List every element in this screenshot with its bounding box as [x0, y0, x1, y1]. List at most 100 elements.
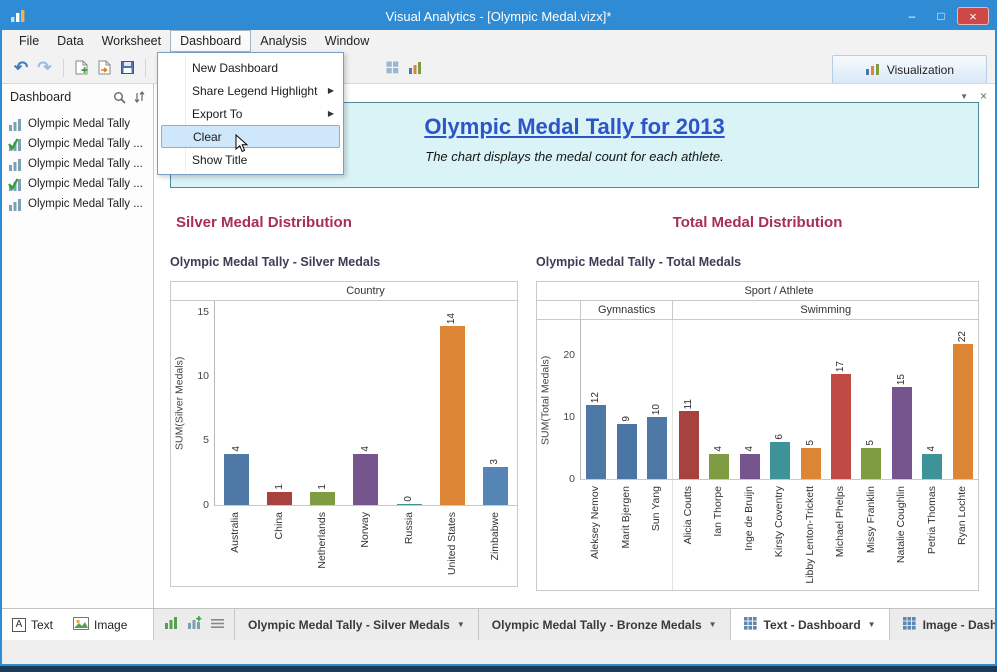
new-worksheet-icon[interactable] [75, 60, 89, 75]
sidebar-item[interactable]: Olympic Medal Tally ... [2, 194, 153, 214]
menu-window[interactable]: Window [316, 30, 378, 52]
silver-chart-section: Silver Medal Distribution Olympic Medal … [170, 214, 518, 591]
new-chart-icon[interactable] [164, 616, 178, 634]
menu-item-share-legend-highlight[interactable]: Share Legend Highlight ▶ [158, 79, 343, 102]
dashboard-menu: New Dashboard Share Legend Highlight ▶ Expo… [157, 52, 344, 175]
bar-natalie-coughlin[interactable] [891, 387, 912, 479]
tab-dropdown-icon[interactable]: ▼ [457, 620, 465, 629]
submenu-arrow-icon: ▶ [327, 86, 334, 95]
x-label-slot: Inge de Bruijn [734, 480, 765, 590]
minimize-button[interactable]: – [899, 7, 925, 25]
insert-text-button[interactable]: A Text [12, 617, 53, 632]
bar-value-label: 0 [403, 496, 415, 502]
undo-icon[interactable]: ↶ [14, 59, 28, 76]
x-label-slot: Netherlands [301, 506, 344, 586]
bar-sun-yang[interactable] [647, 417, 668, 479]
menu-item-show-title[interactable]: Show Title [158, 148, 343, 171]
bar-norway[interactable] [353, 454, 379, 505]
sidebar-header: Dashboard [2, 84, 153, 110]
panel-menu-icon[interactable]: ▼ [960, 92, 968, 101]
menu-analysis[interactable]: Analysis [251, 30, 316, 52]
menu-worksheet[interactable]: Worksheet [93, 30, 171, 52]
x-label-slot: Alicia Coutts [671, 480, 704, 590]
bar-libby-lenton-trickett[interactable] [800, 448, 821, 479]
worksheet-list-icon[interactable] [211, 616, 224, 634]
bar-australia[interactable] [224, 454, 250, 505]
chart-columns-icon[interactable] [408, 61, 422, 74]
tab-label: Image - Dashboard [922, 617, 995, 632]
bar-kirsty-coventry[interactable] [770, 442, 791, 479]
image-icon [73, 616, 90, 633]
bar-alicia-coutts[interactable] [678, 411, 699, 479]
bar-petria-thomas[interactable] [922, 454, 943, 479]
panel-close-icon[interactable]: × [980, 89, 987, 103]
sidebar-item[interactable]: Olympic Medal Tally ... [2, 174, 153, 194]
bar-slot: 3 [474, 301, 517, 505]
sidebar-item[interactable]: Olympic Medal Tally [2, 114, 153, 134]
silver-section-heading: Silver Medal Distribution [176, 214, 352, 231]
chart-plot-row: SUM(Silver Medals) 0 5 10 15 4 1 1 4 0 14 3 [171, 301, 517, 510]
bar-value-label: 22 [956, 330, 968, 342]
tab-olympic-medal-tally-silver-medals[interactable]: Olympic Medal Tally - Silver Medals ▼ [235, 609, 479, 640]
tab-text-dashboard[interactable]: Text - Dashboard ▼ [730, 609, 890, 640]
y-tick-label: 0 [203, 498, 209, 511]
bar-russia[interactable] [396, 504, 422, 505]
import-icon[interactable] [98, 60, 112, 75]
tab-image-dashboard[interactable]: Image - Dashboard [890, 609, 995, 640]
sidebar-item[interactable]: Olympic Medal Tally ... [2, 154, 153, 174]
dashboard-grid-icon [743, 616, 757, 633]
sort-icon[interactable] [134, 91, 145, 103]
bar-china[interactable] [267, 492, 293, 505]
tab-label: Text - Dashboard [763, 617, 861, 632]
tab-olympic-medal-tally-bronze-medals[interactable]: Olympic Medal Tally - Bronze Medals ▼ [479, 609, 731, 640]
bar-slot: 4 [917, 320, 947, 479]
bar-ryan-lochte[interactable] [952, 344, 973, 479]
window-controls: – □ × [899, 7, 989, 25]
x-axis-label: Zimbabwe [489, 512, 502, 561]
menu-item-clear[interactable]: Clear [161, 125, 340, 148]
bar-united-states[interactable] [439, 326, 465, 505]
insert-image-button[interactable]: Image [73, 616, 127, 633]
y-axis-title: SUM(Total Medals) [539, 355, 552, 445]
x-label-slot: Russia [387, 506, 430, 586]
save-icon[interactable] [120, 61, 134, 74]
bar-value-label: 4 [926, 446, 938, 452]
bar-aleksey-nemov[interactable] [586, 405, 607, 479]
search-icon[interactable] [113, 91, 126, 104]
layout-grid-icon[interactable] [386, 61, 399, 74]
menu-dashboard[interactable]: Dashboard [170, 30, 252, 52]
sidebar-item-label: Olympic Medal Tally ... [28, 158, 143, 170]
maximize-button[interactable]: □ [928, 7, 954, 25]
x-axis-label: Natalie Coughlin [895, 486, 908, 564]
bar-value-label: 15 [895, 373, 907, 385]
chart-plot-row: SUM(Total Medals) 0 10 20 12 9 10 11 4 4 6 5 17 5 15 4 2… [537, 320, 978, 484]
bar-michael-phelps[interactable] [830, 374, 851, 479]
bar-missy-franklin[interactable] [861, 448, 882, 479]
menu-item-new-dashboard[interactable]: New Dashboard [158, 56, 343, 79]
sidebar-item[interactable]: Olympic Medal Tally ... [2, 134, 153, 154]
bar-inge-de-bruijn[interactable] [739, 454, 760, 479]
x-axis-label: Inge de Bruijn [742, 486, 755, 551]
sidebar-list: Olympic Medal Tally Olympic Medal Tally .… [2, 110, 153, 608]
chart-icon [8, 118, 23, 131]
bar-marit-bjergen[interactable] [616, 424, 637, 479]
visualization-tab[interactable]: Visualization [831, 55, 987, 83]
add-worksheet-icon[interactable] [187, 615, 202, 634]
bar-value-label: 10 [651, 403, 663, 415]
bar-netherlands[interactable] [310, 492, 336, 505]
menu-file[interactable]: File [10, 30, 48, 52]
bar-slot: 9 [611, 320, 641, 479]
bar-zimbabwe[interactable] [482, 467, 508, 505]
silver-medals-chart: Country SUM(Silver Medals) 0 5 10 15 4 1 1 4 0 14 3 A… [170, 281, 518, 587]
menu-data[interactable]: Data [48, 30, 92, 52]
close-button[interactable]: × [957, 7, 989, 25]
x-label-slot: Michael Phelps [825, 480, 856, 590]
chart-icon [8, 158, 23, 171]
menu-item-export-to[interactable]: Export To ▶ [158, 102, 343, 125]
tab-dropdown-icon[interactable]: ▼ [709, 620, 717, 629]
bar-ian-thorpe[interactable] [709, 454, 730, 479]
bar-slot: 4 [215, 301, 258, 505]
tab-dropdown-icon[interactable]: ▼ [868, 620, 876, 629]
redo-icon[interactable]: ↷ [37, 59, 51, 76]
x-axis-label: Ryan Lochte [956, 486, 969, 545]
